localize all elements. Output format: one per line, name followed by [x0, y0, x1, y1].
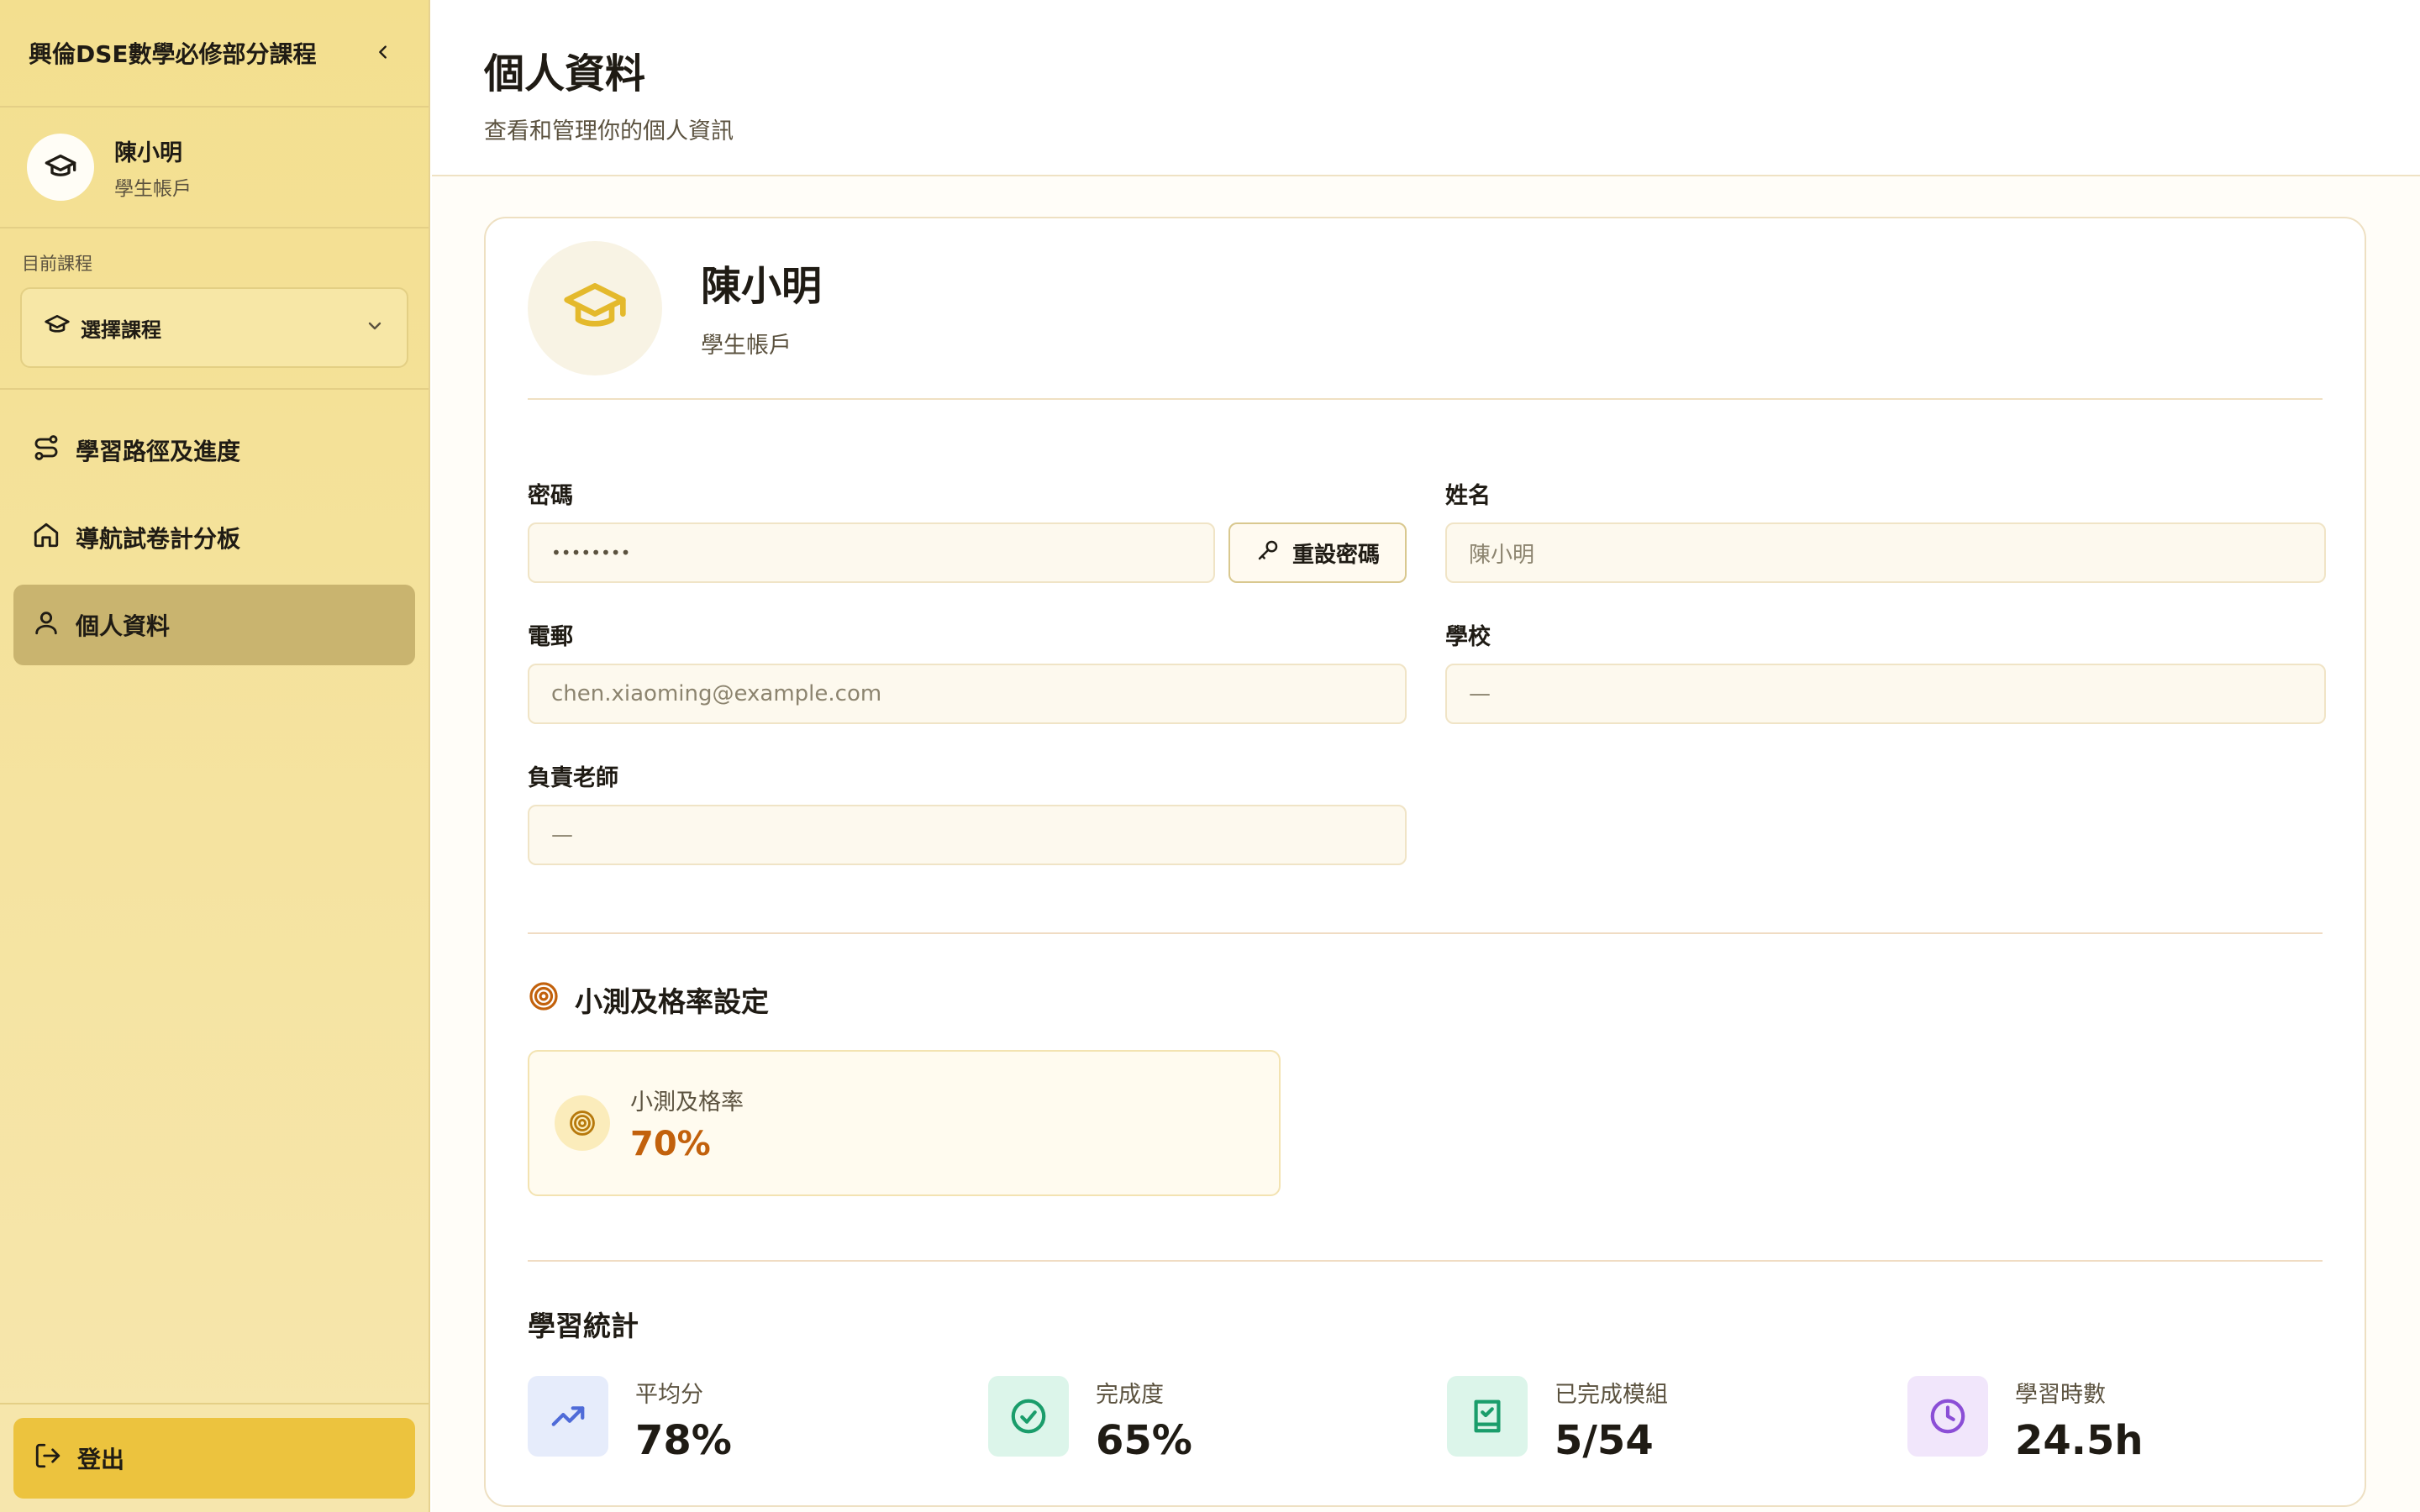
route-icon [32, 433, 60, 468]
section-divider [528, 932, 2323, 934]
profile-card: 陳小明 學生帳戶 密碼 •••••••• 重設密碼 姓名 陳小明 電郵 chen… [484, 217, 2366, 1507]
email-field[interactable]: chen.xiaoming@example.com [528, 664, 1407, 724]
section-divider [528, 1260, 2323, 1262]
user-name: 陳小明 [114, 139, 182, 166]
graduation-cap-icon [528, 241, 662, 375]
sidebar-nav: 學習路徑及進度 導航試卷計分板 個人資料 [0, 390, 429, 692]
check-circle-icon [988, 1376, 1069, 1457]
reset-password-button[interactable]: 重設密碼 [1228, 522, 1407, 583]
name-label: 姓名 [1445, 483, 1491, 509]
logout-button[interactable]: 登出 [13, 1418, 415, 1499]
home-icon [32, 521, 60, 555]
password-field[interactable]: •••••••• [528, 522, 1215, 583]
school-label: 學校 [1445, 624, 1491, 650]
quiz-section-title-text: 小測及格率設定 [575, 985, 769, 1018]
logout-label: 登出 [77, 1446, 125, 1473]
page-header: 個人資料 查看和管理你的個人資訊 [432, 0, 2420, 176]
target-icon [555, 1095, 610, 1151]
sidebar-item-learning-path[interactable]: 學習路徑及進度 [13, 410, 415, 491]
stat-label: 學習時數 [2015, 1382, 2106, 1408]
course-select[interactable]: 選擇課程 [20, 287, 408, 368]
clock-icon [1907, 1376, 1988, 1457]
sidebar-item-label: 導航試卷計分板 [76, 525, 241, 553]
logout-icon [34, 1441, 62, 1476]
stats-section-title: 學習統計 [528, 1310, 639, 1342]
sidebar-item-profile[interactable]: 個人資料 [13, 585, 415, 665]
key-icon [1255, 538, 1281, 569]
stat-label: 已完成模組 [1555, 1382, 1668, 1408]
profile-header: 陳小明 學生帳戶 [528, 241, 2323, 400]
quiz-pass-value: 70% [630, 1124, 711, 1163]
chevron-down-icon [365, 316, 385, 339]
name-field[interactable]: 陳小明 [1445, 522, 2326, 583]
quiz-pass-label: 小測及格率 [630, 1089, 744, 1116]
chevron-left-icon[interactable] [366, 39, 400, 68]
stat-value: 24.5h [2015, 1417, 2144, 1464]
sidebar-item-label: 個人資料 [76, 612, 171, 640]
user-card: 陳小明 學生帳戶 [0, 108, 429, 228]
sidebar-item-scoreboard[interactable]: 導航試卷計分板 [13, 497, 415, 578]
stat-label: 完成度 [1096, 1382, 1164, 1408]
password-label: 密碼 [528, 483, 573, 509]
profile-name: 陳小明 [701, 262, 823, 310]
quiz-pass-rate-card: 小測及格率 70% [528, 1050, 1281, 1196]
target-icon [528, 980, 560, 1019]
stat-value: 78% [635, 1417, 732, 1464]
sidebar-header: 興倫DSE數學必修部分課程 [0, 0, 429, 108]
stat-label: 平均分 [635, 1382, 703, 1408]
stat-value: 65% [1096, 1417, 1192, 1464]
user-icon [32, 608, 60, 643]
profile-role: 學生帳戶 [701, 332, 792, 359]
course-section: 目前課程 選擇課程 [0, 228, 429, 390]
sidebar: 興倫DSE數學必修部分課程 陳小明 學生帳戶 目前課程 選擇課程 學習路徑及進度… [0, 0, 430, 1512]
stat-value: 5/54 [1555, 1417, 1654, 1464]
sidebar-item-label: 學習路徑及進度 [76, 438, 241, 465]
reset-password-label: 重設密碼 [1292, 542, 1380, 568]
school-field[interactable]: — [1445, 664, 2326, 724]
page-title: 個人資料 [484, 50, 646, 97]
trending-up-icon [528, 1376, 608, 1457]
course-select-value: 選擇課程 [81, 318, 161, 342]
stat-modules-completed: 已完成模組 5/54 [1447, 1376, 1668, 1464]
book-check-icon [1447, 1376, 1528, 1457]
graduation-cap-icon [44, 312, 71, 344]
stat-average-score: 平均分 78% [528, 1376, 732, 1464]
quiz-section-title: 小測及格率設定 [528, 979, 769, 1020]
graduation-cap-icon [27, 134, 94, 201]
page-subtitle: 查看和管理你的個人資訊 [484, 118, 734, 144]
email-label: 電郵 [528, 624, 573, 650]
teacher-label: 負責老師 [528, 765, 618, 791]
app-title: 興倫DSE數學必修部分課程 [29, 40, 317, 68]
course-label: 目前課程 [22, 254, 92, 274]
teacher-field[interactable]: — [528, 805, 1407, 865]
sidebar-footer: 登出 [0, 1403, 429, 1512]
user-role: 學生帳戶 [114, 177, 192, 200]
stat-study-hours: 學習時數 24.5h [1907, 1376, 2144, 1464]
main-content: 個人資料 查看和管理你的個人資訊 陳小明 學生帳戶 密碼 •••••••• 重設… [432, 0, 2420, 1512]
stat-completion: 完成度 65% [988, 1376, 1192, 1464]
